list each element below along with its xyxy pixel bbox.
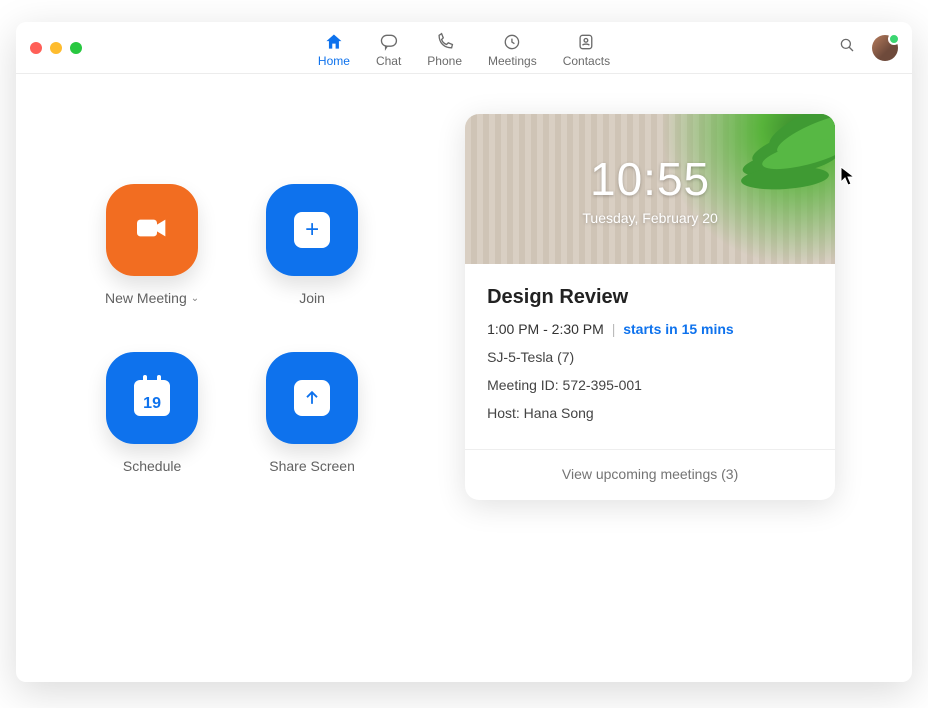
main-content: New Meeting ⌄ + Join 19 Schedule bbox=[16, 74, 912, 682]
calendar-icon: 19 bbox=[134, 380, 170, 416]
view-upcoming-link[interactable]: View upcoming meetings (3) bbox=[465, 449, 835, 500]
plus-icon: + bbox=[294, 212, 330, 248]
tile-join: + Join bbox=[242, 184, 382, 306]
schedule-button[interactable]: 19 bbox=[106, 352, 198, 444]
calendar-day: 19 bbox=[143, 395, 161, 413]
chevron-down-icon: ⌄ bbox=[191, 293, 199, 304]
profile-avatar[interactable] bbox=[872, 35, 898, 61]
card-hero: 10:55 Tuesday, February 20 bbox=[465, 114, 835, 264]
tile-schedule: 19 Schedule bbox=[82, 352, 222, 474]
contacts-icon bbox=[576, 32, 596, 52]
nav-meetings[interactable]: Meetings bbox=[488, 28, 537, 68]
titlebar: Home Chat Phone Meetings bbox=[16, 22, 912, 74]
close-window-button[interactable] bbox=[30, 42, 42, 54]
top-nav: Home Chat Phone Meetings bbox=[318, 22, 610, 73]
share-screen-label: Share Screen bbox=[269, 458, 355, 474]
tile-share-screen: Share Screen bbox=[242, 352, 382, 474]
new-meeting-label-row[interactable]: New Meeting ⌄ bbox=[105, 290, 199, 306]
leaves-decoration bbox=[695, 114, 835, 214]
video-camera-icon bbox=[132, 208, 172, 253]
nav-chat[interactable]: Chat bbox=[376, 28, 401, 68]
clock-icon bbox=[502, 32, 522, 52]
meeting-time-row: 1:00 PM - 2:30 PM | starts in 15 mins bbox=[487, 321, 813, 337]
nav-meetings-label: Meetings bbox=[488, 54, 537, 68]
schedule-label: Schedule bbox=[123, 458, 181, 474]
tile-new-meeting: New Meeting ⌄ bbox=[82, 184, 222, 306]
nav-chat-label: Chat bbox=[376, 54, 401, 68]
nav-home-label: Home bbox=[318, 54, 350, 68]
fullscreen-window-button[interactable] bbox=[70, 42, 82, 54]
titlebar-right bbox=[838, 35, 898, 61]
meeting-host: Host: Hana Song bbox=[487, 405, 813, 421]
time-divider: | bbox=[612, 321, 616, 337]
nav-contacts[interactable]: Contacts bbox=[563, 28, 610, 68]
clock-date: Tuesday, February 20 bbox=[582, 210, 717, 226]
clock-time: 10:55 bbox=[590, 152, 710, 206]
upcoming-card: 10:55 Tuesday, February 20 Design Review… bbox=[465, 114, 835, 500]
action-tiles: New Meeting ⌄ + Join 19 Schedule bbox=[16, 74, 428, 682]
nav-home[interactable]: Home bbox=[318, 28, 350, 68]
view-upcoming-label: View upcoming meetings (3) bbox=[562, 466, 738, 482]
search-icon[interactable] bbox=[838, 36, 856, 59]
meeting-starts-in: starts in 15 mins bbox=[623, 321, 734, 337]
new-meeting-label: New Meeting bbox=[105, 290, 187, 306]
chat-icon bbox=[379, 32, 399, 52]
minimize-window-button[interactable] bbox=[50, 42, 62, 54]
home-icon bbox=[324, 32, 344, 52]
meeting-time-range: 1:00 PM - 2:30 PM bbox=[487, 321, 604, 337]
meeting-id: Meeting ID: 572-395-001 bbox=[487, 377, 813, 393]
nav-phone-label: Phone bbox=[427, 54, 462, 68]
nav-phone[interactable]: Phone bbox=[427, 28, 462, 68]
join-button[interactable]: + bbox=[266, 184, 358, 276]
nav-contacts-label: Contacts bbox=[563, 54, 610, 68]
app-window: Home Chat Phone Meetings bbox=[16, 22, 912, 682]
meeting-room: SJ-5-Tesla (7) bbox=[487, 349, 813, 365]
new-meeting-button[interactable] bbox=[106, 184, 198, 276]
window-controls bbox=[30, 42, 82, 54]
join-label: Join bbox=[299, 290, 325, 306]
meeting-title: Design Review bbox=[487, 286, 813, 309]
share-arrow-icon bbox=[294, 380, 330, 416]
card-body: Design Review 1:00 PM - 2:30 PM | starts… bbox=[465, 264, 835, 449]
share-screen-button[interactable] bbox=[266, 352, 358, 444]
phone-icon bbox=[435, 32, 455, 52]
right-pane: 10:55 Tuesday, February 20 Design Review… bbox=[428, 74, 912, 682]
